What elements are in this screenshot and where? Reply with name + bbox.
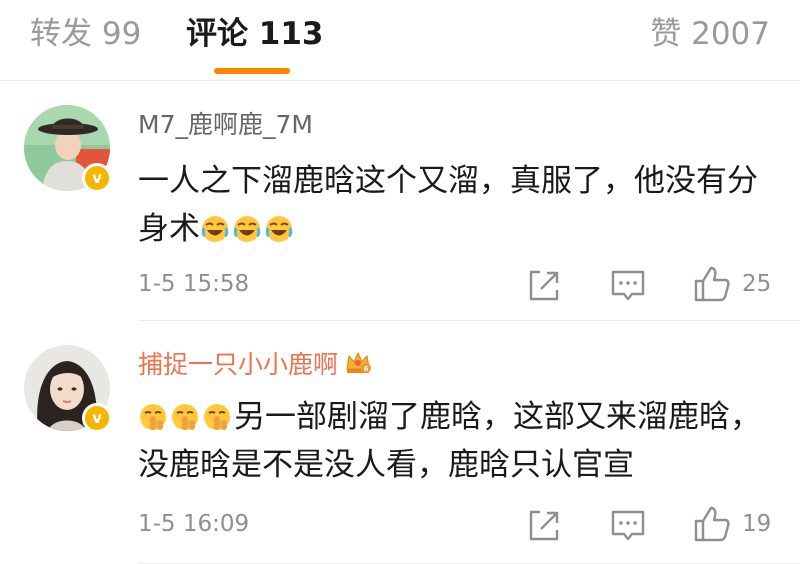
avatar[interactable]: v (24, 345, 112, 433)
laugh-cry-emoji-icon (264, 211, 296, 247)
share-icon (529, 270, 559, 301)
comment-item: v 捕捉一只小小鹿啊 6 另一部剧溜了鹿晗，这部又来溜鹿晗，没鹿晗是不是没人看，鹿… (0, 321, 800, 564)
shush-emoji-icon (138, 399, 170, 435)
active-tab-indicator (214, 68, 290, 74)
laugh-cry-emoji-icon (232, 211, 264, 247)
laugh-cry-emoji-icon (200, 211, 232, 247)
crown-level: 6 (364, 365, 369, 373)
tab-comments[interactable]: 评论 113 (186, 14, 324, 54)
share-button[interactable] (526, 504, 562, 544)
comment-meta: 1-5 15:58 25 (0, 264, 800, 304)
comment-username[interactable]: M7_鹿啊鹿_7M (138, 109, 313, 141)
share-icon (529, 510, 559, 541)
share-button[interactable] (526, 264, 562, 304)
reply-button[interactable] (610, 504, 646, 544)
like-button[interactable]: 19 (692, 504, 782, 544)
comment-item: v M7_鹿啊鹿_7M 一人之下溜鹿晗这个又溜，真服了，他没有分身术 1-5 1… (0, 81, 800, 321)
comment-username[interactable]: 捕捉一只小小鹿啊 6 (138, 349, 372, 381)
comment-text: 一人之下溜鹿晗这个又溜，真服了，他没有分身术 (138, 157, 778, 253)
tab-reposts[interactable]: 转发 99 (30, 14, 141, 54)
reply-button[interactable] (610, 264, 646, 304)
verified-badge-icon: v (82, 163, 112, 193)
comment-timestamp: 1-5 16:09 (138, 511, 250, 537)
avatar[interactable]: v (24, 105, 112, 193)
crown-level-icon: 6 (344, 349, 372, 375)
thumbs-up-icon (694, 266, 730, 302)
comment-icon (611, 270, 645, 301)
comment-tabs: 转发 99 评论 113 赞 2007 (0, 0, 800, 81)
comment-username-text: 捕捉一只小小鹿啊 (138, 350, 339, 379)
comment-timestamp: 1-5 15:58 (138, 271, 250, 297)
thumbs-up-icon (694, 506, 730, 542)
verified-badge-icon: v (82, 403, 112, 433)
comment-icon (611, 510, 645, 541)
like-button[interactable]: 25 (692, 264, 782, 304)
like-count: 19 (742, 511, 772, 537)
shush-emoji-icon (202, 399, 234, 435)
tab-likes[interactable]: 赞 2007 (650, 14, 770, 54)
shush-emoji-icon (170, 399, 202, 435)
like-count: 25 (742, 271, 772, 297)
comment-meta: 1-5 16:09 19 (0, 504, 800, 544)
comment-text: 另一部剧溜了鹿晗，这部又来溜鹿晗，没鹿晗是不是没人看，鹿晗只认官宣 (138, 393, 778, 489)
